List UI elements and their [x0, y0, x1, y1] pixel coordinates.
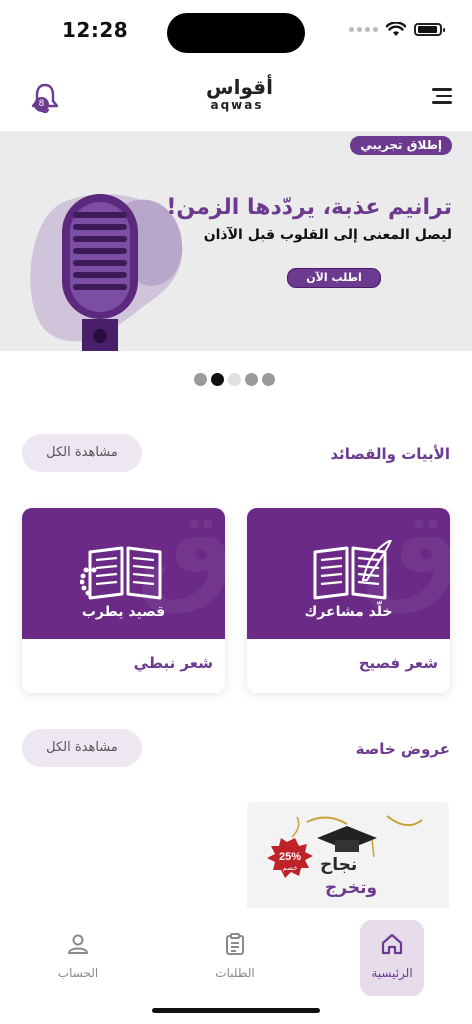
card-caption: قصيد يطرب — [81, 604, 166, 620]
card-title: شعر نبطي — [133, 654, 213, 672]
logo-latin: aqwas — [210, 98, 264, 112]
home-icon — [381, 933, 403, 955]
dynamic-island — [167, 13, 305, 53]
banner-title: ترانيم عذبة، يردّدها الزمن! — [166, 195, 452, 220]
logo-arabic: أقواس — [206, 75, 273, 99]
battery-icon — [414, 23, 445, 36]
status-time: 12:28 — [62, 18, 129, 42]
card-caption: خلّد مشاعرك — [304, 604, 393, 620]
nav-label: الرئيسية — [371, 966, 413, 980]
promo-banner[interactable]: إطلاق تجريبي ترانيم عذبة، يردّدها الزمن!… — [0, 132, 472, 351]
carousel-dot-active[interactable] — [211, 373, 224, 386]
offer-discount-label: خصم — [282, 865, 297, 872]
card-image: ق قصيد يطرب — [22, 508, 225, 639]
offer-line2: وتخرج — [325, 878, 378, 898]
nav-orders[interactable]: الطلبات — [203, 920, 267, 996]
carousel-dot[interactable] — [228, 373, 241, 386]
notification-count-badge: 8 — [34, 97, 49, 112]
clipboard-icon — [226, 933, 244, 955]
menu-button[interactable] — [430, 88, 452, 108]
home-indicator — [152, 1008, 320, 1013]
carousel-pager — [194, 373, 275, 386]
hamburger-icon — [432, 88, 452, 91]
view-all-poems-button[interactable]: مشاهدة الكل — [22, 434, 142, 472]
banner-subtitle: ليصل المعنى إلى القلوب قبل الآذان — [203, 227, 452, 243]
order-now-button[interactable]: اطلب الآن — [287, 268, 381, 288]
open-book-prayer-beads-icon — [80, 546, 162, 600]
section-title-offers: عروض خاصة — [355, 740, 450, 758]
banner-tag: إطلاق تجريبي — [350, 136, 452, 155]
carousel-dot[interactable] — [245, 373, 258, 386]
app-logo: أقواس aqwas — [206, 75, 273, 112]
status-icons — [349, 22, 445, 37]
wifi-icon — [386, 22, 406, 36]
nav-label: الطلبات — [215, 966, 255, 980]
open-book-quill-icon — [313, 540, 393, 600]
section-title-poems: الأبيات والقصائد — [330, 445, 450, 463]
card-image: ق خلّد مشاعرك — [247, 508, 450, 639]
carousel-dot[interactable] — [262, 373, 275, 386]
nav-account[interactable]: الحساب — [46, 920, 110, 996]
person-icon — [68, 934, 88, 954]
nav-label: الحساب — [57, 966, 99, 980]
card-title: شعر فصيح — [358, 654, 438, 672]
microphone-icon — [30, 194, 183, 351]
signal-icon — [349, 27, 378, 32]
offer-discount: 25% — [279, 851, 301, 863]
carousel-dot[interactable] — [194, 373, 207, 386]
offer-line1: نجاح — [320, 855, 358, 875]
category-card[interactable]: ق خلّد مشاعرك شعر فصيح — [247, 508, 450, 693]
category-card[interactable]: ق قصيد يطرب شعر نبطي — [22, 508, 225, 693]
view-all-offers-button[interactable]: مشاهدة الكل — [22, 729, 142, 767]
nav-home[interactable]: الرئيسية — [360, 920, 424, 996]
